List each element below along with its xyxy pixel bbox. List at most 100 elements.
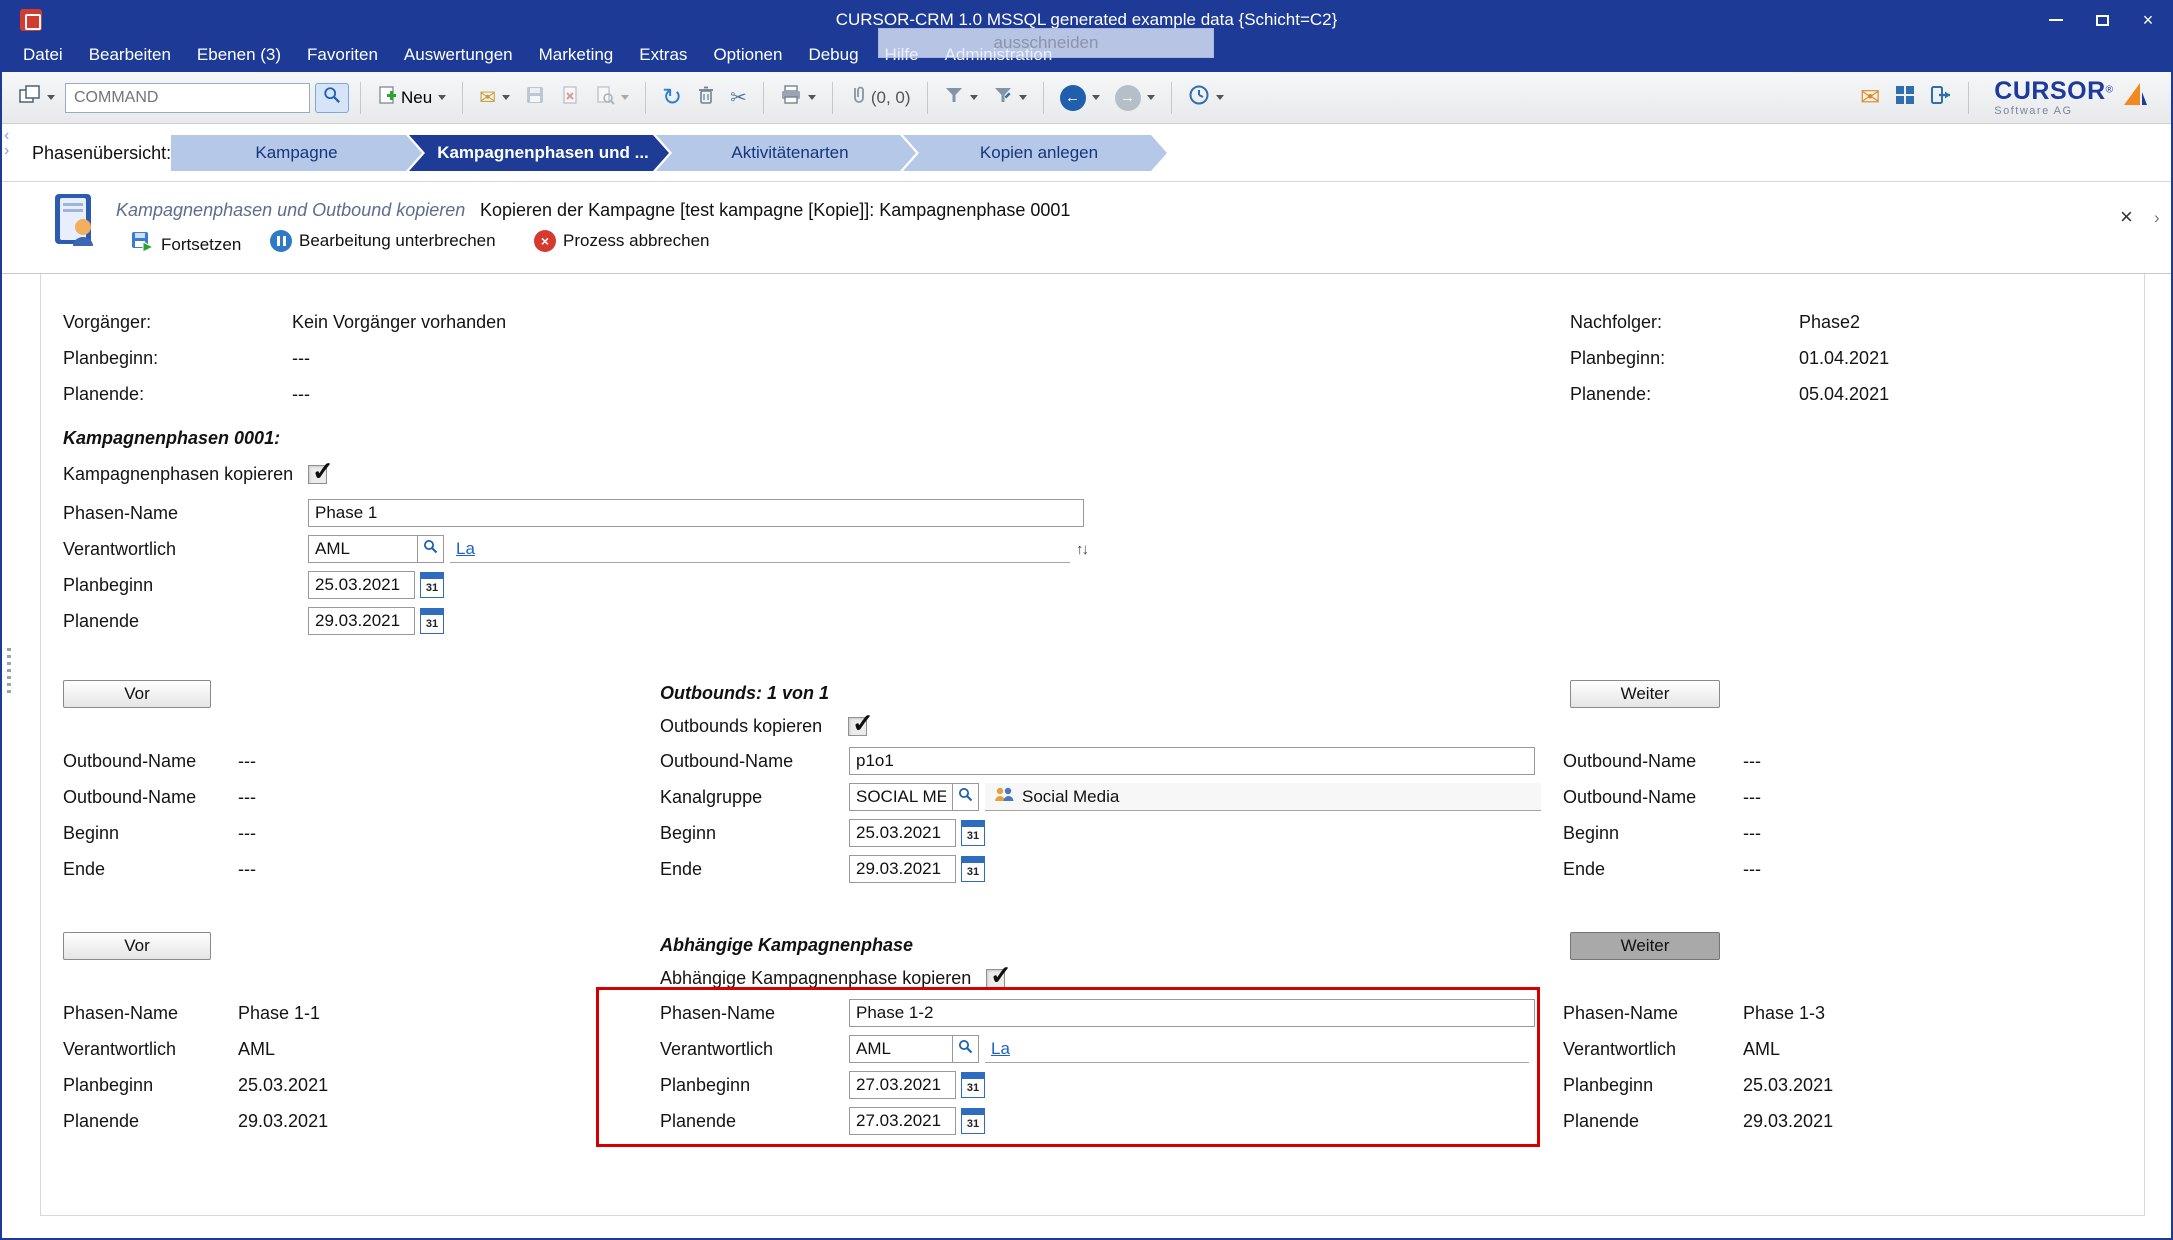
dependent-resp-input[interactable] (849, 1035, 953, 1063)
sidebar-collapse-control[interactable]: ‹ › (4, 128, 9, 158)
menu-item-favoriten[interactable]: Favoriten (294, 38, 391, 72)
filter-edit-button[interactable] (988, 83, 1032, 112)
phase-tab-kopien-anlegen[interactable]: Kopien anlegen (903, 135, 1167, 171)
sort-icon[interactable]: ↑↓ (1076, 541, 1087, 558)
calendar-icon: 31 (426, 580, 438, 597)
phase-tab-aktivitaetenarten[interactable]: Aktivitätenarten (656, 135, 916, 171)
dependent-begin-input[interactable] (849, 1071, 956, 1099)
delete-record-button[interactable] (555, 82, 585, 113)
dependent-right-row: Phasen-Name Phase 1-3 (1563, 999, 1825, 1027)
save-button[interactable] (520, 82, 550, 113)
planbeginn-row: Planbeginn: --- (63, 344, 310, 372)
abbrechen-button[interactable]: × Prozess abbrechen (534, 230, 709, 252)
panel-chevron-icon[interactable]: › (2154, 208, 2160, 228)
send-mail-button[interactable]: ✉ (474, 85, 515, 111)
calendar-button[interactable]: 31 (961, 820, 985, 846)
calendar-button[interactable]: 31 (961, 1108, 985, 1134)
trash-button[interactable] (692, 82, 720, 113)
notification-mail-button[interactable]: ✉ (1855, 83, 1885, 113)
phase-end-input[interactable] (308, 607, 415, 635)
grid-icon (1895, 85, 1915, 110)
field-label: Planende: (1570, 384, 1799, 405)
neu-button[interactable]: Neu (372, 82, 451, 113)
mail-forward-icon: ✉ (479, 88, 496, 108)
phase-tab-kampagnenphasen[interactable]: Kampagnenphasen und ... (409, 135, 669, 171)
menu-item-debug[interactable]: Debug (795, 38, 871, 72)
phase-begin-input[interactable] (308, 571, 415, 599)
pause-icon (270, 230, 292, 252)
lookup-button[interactable] (953, 1035, 979, 1063)
calendar-button[interactable]: 31 (420, 608, 444, 634)
kanalgruppe-input[interactable] (849, 783, 953, 811)
minimize-button[interactable] (2033, 2, 2079, 38)
app-icon (20, 9, 42, 31)
dependent-copy-checkbox[interactable]: ✓ (986, 969, 1005, 988)
phase-resp-input[interactable] (308, 535, 418, 563)
command-search-button[interactable] (315, 83, 349, 113)
find-record-button[interactable] (590, 82, 634, 113)
link-text: La (991, 1039, 1010, 1059)
field-label: Phasen-Name (1563, 1003, 1743, 1024)
lookup-button[interactable] (953, 783, 979, 811)
dependent-weiter-button[interactable]: Weiter (1570, 932, 1720, 960)
dropdown-caret-icon (1092, 95, 1100, 100)
field-label: Planbeginn: (1570, 348, 1799, 369)
phase-copy-checkbox[interactable]: ✓ (308, 465, 327, 484)
outbound-weiter-button[interactable]: Weiter (1570, 680, 1720, 708)
field-label: Planende (660, 1111, 849, 1132)
field-label: Beginn (63, 823, 238, 844)
kanalgruppe-name: Social Media (1022, 787, 1119, 807)
calendar-button[interactable]: 31 (420, 572, 444, 598)
command-input[interactable] (65, 83, 310, 113)
splitter-drag-handle[interactable] (7, 648, 11, 696)
maximize-button[interactable] (2079, 2, 2125, 38)
dependent-resp-link[interactable]: La (985, 1035, 1529, 1063)
funnel-icon (944, 86, 964, 109)
calendar-button[interactable]: 31 (961, 1072, 985, 1098)
menu-item-optionen[interactable]: Optionen (700, 38, 795, 72)
unterbrechen-button[interactable]: Bearbeitung unterbrechen (270, 230, 496, 252)
menu-item-auswertungen[interactable]: Auswertungen (391, 38, 526, 72)
dependent-name-input[interactable] (849, 999, 1535, 1027)
toolbar-separator (832, 82, 833, 114)
menu-item-extras[interactable]: Extras (626, 38, 700, 72)
check-icon: ✓ (852, 708, 874, 739)
dependent-name-row: Phasen-Name (660, 999, 1535, 1027)
phase-name-input[interactable] (308, 499, 1084, 527)
outbound-left-row: Outbound-Name --- (63, 747, 256, 775)
logout-button[interactable] (1925, 82, 1957, 113)
outbound-begin-input[interactable] (849, 819, 956, 847)
calendar-button[interactable]: 31 (961, 856, 985, 882)
menu-item-marketing[interactable]: Marketing (526, 38, 627, 72)
field-label: Planende (1563, 1111, 1743, 1132)
forward-button[interactable]: → (1110, 82, 1160, 114)
menu-item-bearbeiten[interactable]: Bearbeiten (76, 38, 184, 72)
menu-item-ebenen[interactable]: Ebenen (3) (184, 38, 294, 72)
back-button[interactable]: ← (1055, 82, 1105, 114)
history-button[interactable] (1183, 81, 1229, 114)
field-label: Outbound-Name (660, 751, 849, 772)
phase-tab-kampagne[interactable]: Kampagne (171, 135, 422, 171)
phase-resp-link[interactable]: La (450, 535, 1070, 563)
dependent-vor-button[interactable]: Vor (63, 932, 211, 960)
close-process-icon[interactable]: × (2120, 204, 2133, 230)
outbound-end-input[interactable] (849, 855, 956, 883)
window-mode-button[interactable] (14, 82, 60, 113)
attachments-button[interactable]: (0, 0) (844, 82, 916, 113)
filter-button[interactable] (939, 83, 983, 112)
arrow-right-icon: → (1115, 85, 1141, 111)
field-label: Kampagnenphasen kopieren (63, 464, 308, 485)
close-button[interactable]: × (2125, 2, 2171, 38)
lookup-button[interactable] (418, 535, 444, 563)
menu-item-datei[interactable]: Datei (10, 38, 76, 72)
outbound-name-input[interactable] (849, 747, 1535, 775)
cut-button[interactable]: ✂ (725, 85, 752, 111)
dependent-end-input[interactable] (849, 1107, 956, 1135)
field-value: Phase 1-1 (238, 1003, 320, 1024)
refresh-button[interactable]: ↻ (657, 83, 687, 113)
fortsetzen-button[interactable]: Fortsetzen (130, 230, 241, 259)
outbound-copy-checkbox[interactable]: ✓ (848, 717, 867, 736)
print-button[interactable] (775, 82, 821, 113)
outbound-vor-button[interactable]: Vor (63, 680, 211, 708)
modules-button[interactable] (1890, 82, 1920, 113)
